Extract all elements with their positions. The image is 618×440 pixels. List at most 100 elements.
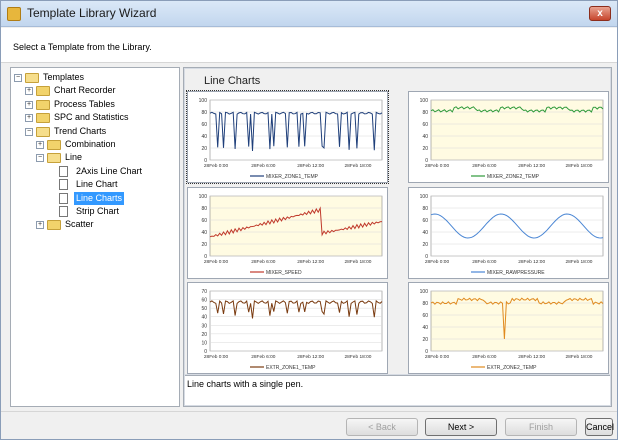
tree-item-label: Chart Recorder — [54, 85, 116, 96]
y-tick-label: 40 — [422, 134, 428, 140]
x-tick-label: 28Feb 18:00 — [345, 163, 372, 169]
collapse-icon[interactable]: − — [14, 74, 22, 82]
tree-item-label: Strip Chart — [76, 205, 120, 216]
x-tick-label: 28Feb 18:00 — [566, 163, 593, 169]
tree-item-label: Line Chart — [76, 179, 118, 190]
tree-item-spc-and-statistics[interactable]: + SPC and Statistics — [14, 111, 179, 124]
y-tick-label: 60 — [201, 298, 207, 304]
x-tick-label: 28Feb 12:00 — [518, 163, 545, 169]
x-tick-label: 28Feb 6:00 — [251, 163, 276, 169]
folder-icon — [47, 220, 61, 231]
tree-item-line-charts[interactable]: Line Charts — [14, 191, 179, 205]
chart-thumbnail[interactable]: 0 20 40 60 80 100 28Feb 0:00 28Feb 6:00 28Feb 12… — [408, 91, 609, 183]
collapse-icon[interactable]: − — [25, 127, 33, 136]
template-description: Line charts with a single pen. — [185, 375, 610, 405]
y-tick-label: 60 — [422, 122, 428, 128]
tree-item-label: Trend Charts — [54, 125, 107, 136]
tree-item-line[interactable]: − Line — [14, 151, 179, 164]
y-tick-label: 60 — [422, 218, 428, 224]
x-tick-label: 28Feb 12:00 — [518, 354, 545, 360]
y-tick-label: 100 — [420, 98, 429, 104]
y-tick-label: 40 — [422, 230, 428, 236]
y-tick-label: 10 — [201, 340, 207, 346]
expand-icon[interactable]: + — [36, 221, 44, 230]
chart-thumbnail[interactable]: 0 10 20 30 40 50 60 70 28Feb 0:00 28Feb 6:00 28Feb… — [187, 282, 388, 374]
expand-icon[interactable]: + — [36, 140, 44, 149]
y-tick-label: 20 — [201, 242, 207, 248]
chart-thumbnail[interactable]: 0 20 40 60 80 100 28Feb 0:00 28Feb 6:00 28Feb 12… — [187, 187, 388, 279]
legend-label: EXTR_ZONE2_TEMP — [487, 365, 537, 371]
x-tick-label: 28Feb 0:00 — [204, 354, 229, 360]
y-tick-label: 80 — [201, 110, 207, 116]
y-tick-label: 40 — [201, 315, 207, 321]
line-chart: 01020304050607028Feb 0:00 28Feb 6:00 28Feb… — [201, 289, 383, 371]
x-tick-label: 28Feb 6:00 — [251, 259, 276, 265]
document-icon — [59, 179, 68, 191]
back-button[interactable]: < Back — [346, 418, 418, 436]
y-tick-label: 20 — [422, 146, 428, 152]
tree-item-scatter[interactable]: + Scatter — [14, 218, 179, 231]
expand-icon[interactable]: + — [25, 87, 33, 96]
wizard-header: Select a Template from the Library. — [1, 28, 617, 63]
title-bar[interactable]: Template Library Wizard x — [1, 1, 617, 27]
document-icon — [59, 192, 68, 204]
legend-label: MIXER_ZONE2_TEMP — [487, 174, 540, 180]
x-tick-label: 28Feb 6:00 — [472, 163, 497, 169]
folder-open-icon — [25, 73, 39, 83]
tree-item-strip-chart[interactable]: Strip Chart — [14, 205, 179, 218]
y-tick-label: 80 — [201, 206, 207, 212]
document-icon — [59, 165, 68, 177]
y-tick-label: 20 — [422, 337, 428, 343]
tree-item-process-tables[interactable]: + Process Tables — [14, 98, 179, 111]
tree-item-label: Templates — [43, 72, 85, 82]
y-tick-label: 20 — [201, 146, 207, 152]
tree-item-label: Line — [65, 152, 83, 163]
tree-item-trend-charts[interactable]: − Trend Charts — [14, 125, 179, 138]
y-tick-label: 100 — [420, 194, 429, 200]
x-tick-label: 28Feb 12:00 — [297, 163, 324, 169]
expand-icon[interactable]: + — [25, 114, 33, 123]
x-tick-label: 28Feb 0:00 — [425, 163, 450, 169]
folder-icon — [36, 113, 50, 124]
template-tree[interactable]: − Templates + Chart Recorder + Process Tables… — [10, 67, 180, 407]
y-tick-label: 70 — [201, 289, 207, 295]
x-tick-label: 28Feb 12:00 — [518, 259, 545, 265]
y-tick-label: 40 — [422, 325, 428, 331]
x-tick-label: 28Feb 6:00 — [472, 354, 497, 360]
x-tick-label: 28Feb 0:00 — [204, 163, 229, 169]
y-tick-label: 60 — [422, 313, 428, 319]
line-chart: 02040608010028Feb 0:00 28Feb 6:00 28Feb 12… — [420, 289, 604, 371]
line-chart: 02040608010028Feb 0:00 28Feb 6:00 28Feb 12… — [199, 98, 383, 180]
chart-gallery: Line Charts 0 20 40 60 80 100 28Feb 0:00 28Feb … — [185, 69, 610, 374]
tree-item-label: SPC and Statistics — [54, 112, 129, 123]
cancel-button[interactable]: Cancel — [585, 418, 614, 436]
tree-item-chart-recorder[interactable]: + Chart Recorder — [14, 84, 179, 97]
x-tick-label: 28Feb 0:00 — [204, 259, 229, 265]
finish-button[interactable]: Finish — [505, 418, 577, 436]
chart-thumbnail[interactable]: 0 20 40 60 80 100 28Feb 0:00 28Feb 6:00 28Feb 12… — [408, 187, 609, 279]
folder-icon — [47, 139, 61, 150]
x-tick-label: 28Feb 12:00 — [297, 259, 324, 265]
chart-thumbnail[interactable]: 0 20 40 60 80 100 28Feb 0:00 28Feb 6:00 28Feb 12… — [408, 282, 609, 374]
next-button[interactable]: Next > — [425, 418, 497, 436]
legend-label: MIXER_ZONE1_TEMP — [266, 174, 319, 180]
folder-icon — [36, 86, 50, 97]
legend-label: MIXER_SPEED — [266, 270, 302, 276]
close-button[interactable]: x — [589, 6, 611, 21]
tree-item-2axis-line-chart[interactable]: 2Axis Line Chart — [14, 165, 179, 178]
x-tick-label: 28Feb 6:00 — [251, 354, 276, 360]
y-tick-label: 80 — [422, 206, 428, 212]
chart-thumbnail[interactable]: 0 20 40 60 80 100 28Feb 0:00 28Feb 6:00 28Feb 12… — [186, 90, 389, 184]
folder-open-icon — [47, 153, 61, 164]
gallery-title: Line Charts — [204, 75, 261, 87]
x-tick-label: 28Feb 18:00 — [566, 259, 593, 265]
tree-item-combination[interactable]: + Combination — [14, 138, 179, 151]
tree-item-label: 2Axis Line Chart — [76, 165, 143, 176]
tree-item-line-chart[interactable]: Line Chart — [14, 178, 179, 191]
tree-item-templates[interactable]: − Templates — [14, 71, 179, 84]
collapse-icon[interactable]: − — [36, 154, 44, 163]
x-tick-label: 28Feb 0:00 — [425, 259, 450, 265]
expand-icon[interactable]: + — [25, 100, 33, 109]
line-chart: 02040608010028Feb 0:00 28Feb 6:00 28Feb 12… — [420, 194, 604, 276]
y-tick-label: 100 — [199, 194, 208, 200]
